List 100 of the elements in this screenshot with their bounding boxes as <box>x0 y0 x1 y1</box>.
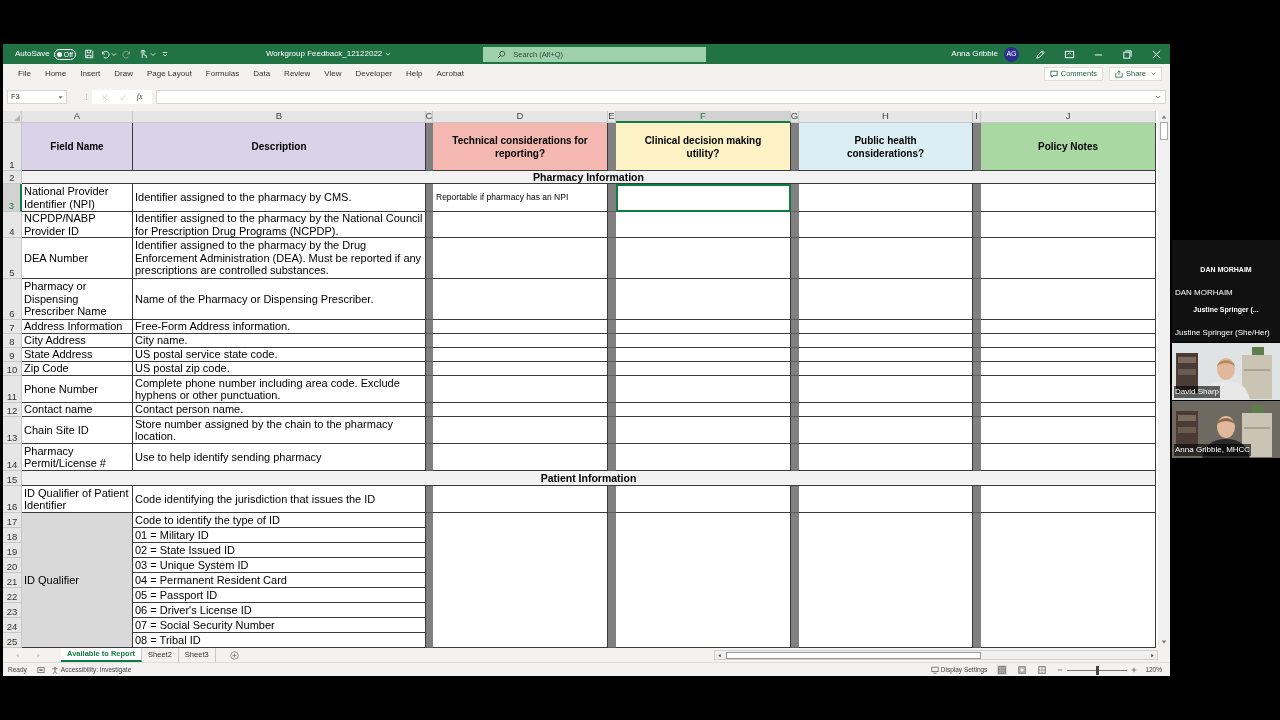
menu-tab[interactable]: Page Layout <box>139 67 199 80</box>
menu-tab[interactable]: Acrobat <box>429 67 472 80</box>
scroll-down-icon[interactable] <box>1161 639 1167 645</box>
select-all-button[interactable] <box>3 111 22 123</box>
horizontal-scrollbar[interactable] <box>714 650 1158 660</box>
column-header[interactable]: A <box>22 111 133 123</box>
normal-view-icon[interactable] <box>997 665 1008 675</box>
column-title: Field Name <box>22 123 133 171</box>
row-header[interactable]: 24 <box>3 618 22 633</box>
table-cell: State Address <box>22 348 133 362</box>
column-title: Policy Notes <box>981 123 1156 171</box>
row-header[interactable]: 4 <box>3 212 22 238</box>
row-header[interactable]: 19 <box>3 543 22 558</box>
menu-tab[interactable]: Home <box>37 67 74 80</box>
table-cell: 04 = Permanent Resident Card <box>133 573 426 588</box>
hand-icon[interactable] <box>137 49 148 59</box>
insert-function-button[interactable]: fx <box>136 91 143 103</box>
save-icon[interactable] <box>83 49 94 59</box>
row-header[interactable]: 20 <box>3 558 22 573</box>
table-cell: Identifier assigned to the pharmacy by CMS. <box>133 184 426 212</box>
caret-icon[interactable] <box>110 51 117 57</box>
column-header[interactable]: J <box>981 111 1156 123</box>
row-header[interactable]: 23 <box>3 603 22 618</box>
column-header[interactable]: D <box>433 111 608 123</box>
participant-name: DAN MORHAIM <box>1174 287 1234 299</box>
scrollbar-thumb[interactable] <box>1160 122 1168 140</box>
caret-icon[interactable] <box>149 51 156 57</box>
zoom-out-icon[interactable] <box>1057 667 1064 673</box>
macro-record-icon[interactable] <box>36 666 45 674</box>
section-heading: Patient Information <box>22 471 1156 486</box>
page-break-view-icon[interactable] <box>1037 665 1048 675</box>
menu-tab[interactable]: Help <box>399 67 430 80</box>
zoom-in-icon[interactable] <box>1131 667 1138 673</box>
ribbon-display-icon[interactable] <box>1064 48 1075 60</box>
row-header[interactable]: 13 <box>3 417 22 444</box>
table-cell: Phone Number <box>22 376 133 403</box>
selected-cell[interactable] <box>616 184 791 212</box>
row-header[interactable]: 18 <box>3 528 22 543</box>
zoom-slider-thumb[interactable] <box>1095 665 1099 675</box>
row-header[interactable]: 9 <box>3 348 22 362</box>
row-header[interactable]: 21 <box>3 573 22 588</box>
row-header[interactable]: 5 <box>3 238 22 279</box>
previous-sheet-icon[interactable] <box>15 652 20 658</box>
scrollbar-thumb[interactable] <box>726 651 981 659</box>
page-layout-view-icon[interactable] <box>1017 665 1028 675</box>
menu-tab[interactable]: Formulas <box>198 67 247 80</box>
table-cell: US postal service state code. <box>133 348 426 362</box>
row-header[interactable]: 17 <box>3 513 22 528</box>
menu-tab[interactable]: Insert <box>73 67 108 80</box>
column-header[interactable]: F <box>616 111 791 123</box>
row-header[interactable]: 8 <box>3 334 22 348</box>
menu-tab[interactable]: View <box>317 67 349 80</box>
scroll-right-icon[interactable] <box>1150 652 1155 658</box>
row-header[interactable]: 3 <box>3 184 22 212</box>
customize-icon[interactable] <box>161 51 168 57</box>
scroll-left-icon[interactable] <box>717 652 722 658</box>
close-icon[interactable] <box>1151 48 1162 60</box>
monitor-icon <box>930 666 939 674</box>
comment-icon <box>1049 69 1058 78</box>
section-heading: Pharmacy Information <box>22 171 1156 184</box>
next-sheet-icon[interactable] <box>36 652 41 658</box>
table-cell: 06 = Driver's License ID <box>133 603 426 618</box>
row-header[interactable]: 15 <box>3 471 22 486</box>
expand-icon[interactable] <box>1155 94 1161 100</box>
table-cell: Chain Site ID <box>22 417 133 444</box>
table-cell: DEA Number <box>22 238 133 279</box>
check-icon[interactable] <box>119 93 127 101</box>
table-cell: 05 = Passport ID <box>133 588 426 603</box>
menu-tab[interactable]: Developer <box>348 67 399 80</box>
row-header[interactable]: 25 <box>3 633 22 648</box>
pen-icon[interactable] <box>1035 48 1046 60</box>
redo-icon[interactable] <box>121 49 132 59</box>
row-header[interactable]: 7 <box>3 320 22 334</box>
restore-icon[interactable] <box>1122 48 1133 60</box>
row-header[interactable]: 14 <box>3 444 22 471</box>
row-header[interactable]: 6 <box>3 279 22 320</box>
column-header[interactable]: H <box>799 111 973 123</box>
participant-name: Anna Gribble, MHCC <box>1174 444 1252 456</box>
menu-tab[interactable]: File <box>11 67 38 80</box>
participant-name: Justine Springer (She/Her) <box>1174 327 1271 339</box>
menu-tab[interactable]: Data <box>246 67 278 80</box>
row-header[interactable]: 16 <box>3 486 22 513</box>
scroll-up-icon[interactable] <box>1161 114 1167 120</box>
row-header[interactable]: 10 <box>3 362 22 376</box>
add-sheet-icon[interactable] <box>229 650 239 660</box>
menu-tab[interactable]: Draw <box>107 67 140 80</box>
undo-icon[interactable] <box>99 49 110 59</box>
row-header[interactable]: 1 <box>3 123 22 171</box>
row-header[interactable]: 2 <box>3 171 22 184</box>
menu-tab[interactable]: Review <box>277 67 318 80</box>
formula-field[interactable] <box>156 90 1166 104</box>
row-header[interactable]: 11 <box>3 376 22 403</box>
row-header[interactable]: 22 <box>3 588 22 603</box>
row-header[interactable]: 12 <box>3 403 22 417</box>
file-title[interactable]: Workgroup Feedback_12122022 <box>265 48 392 60</box>
cancel-icon[interactable] <box>101 93 109 101</box>
column-title: Clinical decision making utility? <box>616 123 791 171</box>
table-cell: Reportable if pharmacy has an NPI <box>433 184 608 212</box>
column-header[interactable]: B <box>133 111 426 123</box>
shaded-cell <box>791 123 799 171</box>
